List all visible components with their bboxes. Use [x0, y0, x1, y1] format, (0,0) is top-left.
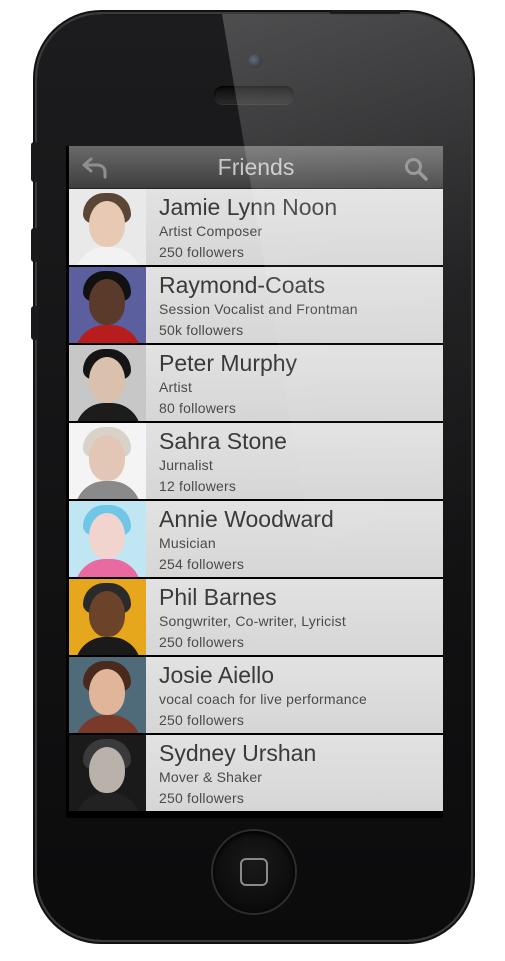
friend-role: Mover & Shaker — [159, 769, 263, 785]
follower-count: 250 followers — [159, 244, 245, 260]
friend-info: Raymond-Coats Session Vocalist and Frontm… — [146, 267, 358, 343]
friend-role: Session Vocalist and Frontman — [159, 301, 358, 317]
volume-down-button — [31, 306, 39, 340]
avatar-body — [75, 715, 141, 733]
friend-list-item[interactable]: Josie Aiello vocal coach for live perform… — [69, 657, 443, 735]
avatar-face — [89, 201, 125, 247]
follower-count: 250 followers — [159, 712, 245, 728]
power-button — [330, 10, 400, 16]
friend-info: Sahra Stone Jurnalist 12 followers — [146, 423, 287, 499]
home-button[interactable] — [213, 831, 295, 913]
avatar — [69, 267, 146, 343]
friend-list-item[interactable]: Annie Woodward Musician 254 followers — [69, 501, 443, 579]
follower-count: 80 followers — [159, 400, 237, 416]
friend-role: Musician — [159, 535, 216, 551]
avatar-body — [75, 247, 141, 265]
avatar-body — [75, 559, 141, 577]
avatar-face — [89, 747, 125, 793]
avatar-face — [89, 669, 125, 715]
avatar-body — [75, 637, 141, 655]
search-icon[interactable] — [403, 156, 429, 182]
friend-info: Jamie Lynn Noon Artist Composer 250 follow… — [146, 189, 337, 265]
avatar — [69, 189, 146, 265]
avatar-body — [75, 481, 141, 499]
friend-info: Phil Barnes Songwriter, Co-writer, Lyrici… — [146, 579, 346, 655]
mute-switch — [31, 142, 39, 182]
friend-info: Sydney Urshan Mover & Shaker 250 followers — [146, 735, 316, 811]
avatar — [69, 657, 146, 733]
avatar — [69, 735, 146, 811]
friend-info: Josie Aiello vocal coach for live perform… — [146, 657, 367, 733]
avatar-face — [89, 279, 125, 325]
follower-count: 12 followers — [159, 478, 237, 494]
friends-list: Jamie Lynn Noon Artist Composer 250 follow… — [69, 189, 443, 813]
friend-name: Raymond-Coats — [159, 272, 326, 298]
avatar — [69, 423, 146, 499]
avatar — [69, 501, 146, 577]
friend-name: Annie Woodward — [159, 506, 334, 532]
earpiece-speaker — [214, 86, 294, 104]
avatar-face — [89, 435, 125, 481]
avatar-body — [75, 793, 141, 811]
friend-list-item[interactable]: Jamie Lynn Noon Artist Composer 250 follow… — [69, 189, 443, 267]
friend-name: Phil Barnes — [159, 584, 277, 610]
avatar-face — [89, 357, 125, 403]
friend-info: Annie Woodward Musician 254 followers — [146, 501, 334, 577]
friend-list-item[interactable]: Raymond-Coats Session Vocalist and Frontm… — [69, 267, 443, 345]
avatar-face — [89, 591, 125, 637]
volume-up-button — [31, 228, 39, 262]
friend-name: Peter Murphy — [159, 350, 298, 376]
navigation-bar: Friends — [69, 146, 443, 189]
front-camera — [248, 54, 262, 68]
friend-list-item[interactable]: Sydney Urshan Mover & Shaker 250 followers — [69, 735, 443, 813]
friend-list-item[interactable]: Phil Barnes Songwriter, Co-writer, Lyrici… — [69, 579, 443, 657]
friend-name: Josie Aiello — [159, 662, 275, 688]
avatar-face — [89, 513, 125, 559]
follower-count: 250 followers — [159, 790, 245, 806]
friend-name: Sahra Stone — [159, 428, 287, 454]
friend-role: vocal coach for live performance — [159, 691, 367, 707]
follower-count: 254 followers — [159, 556, 245, 572]
friend-list-item[interactable]: Sahra Stone Jurnalist 12 followers — [69, 423, 443, 501]
follower-count: 250 followers — [159, 634, 245, 650]
friend-info: Peter Murphy Artist 80 followers — [146, 345, 297, 421]
friend-role: Songwriter, Co-writer, Lyricist — [159, 613, 346, 629]
avatar-body — [75, 325, 141, 343]
friend-role: Jurnalist — [159, 457, 213, 473]
friend-role: Artist Composer — [159, 223, 263, 239]
friend-name: Sydney Urshan — [159, 740, 317, 766]
friend-list-item[interactable]: Peter Murphy Artist 80 followers — [69, 345, 443, 423]
avatar — [69, 345, 146, 421]
avatar-body — [75, 403, 141, 421]
friend-role: Artist — [159, 379, 193, 395]
phone-screen: Friends Jamie Lynn Noon Artist Composer 25… — [66, 146, 443, 818]
friend-name: Jamie Lynn Noon — [159, 194, 338, 220]
home-square-icon — [240, 858, 268, 886]
follower-count: 50k followers — [159, 322, 244, 338]
avatar — [69, 579, 146, 655]
page-title: Friends — [217, 154, 295, 180]
